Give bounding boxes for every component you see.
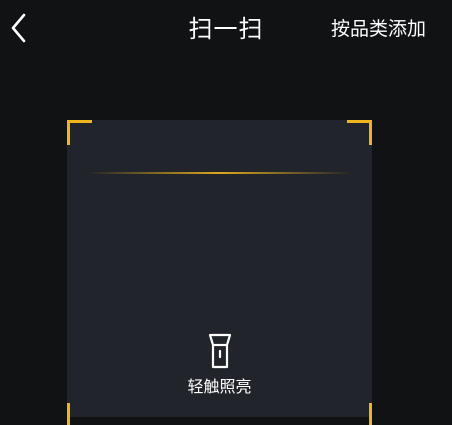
torch-label: 轻触照亮	[187, 377, 252, 396]
frame-corner-bottom-right	[347, 403, 372, 425]
frame-corner-bottom-left	[67, 403, 92, 425]
flashlight-icon	[207, 332, 233, 370]
add-by-category-button[interactable]: 按品类添加	[331, 14, 426, 44]
frame-corner-top-right	[347, 120, 372, 145]
frame-corner-top-left	[67, 120, 92, 145]
scan-line	[87, 172, 352, 174]
top-bar: 扫一扫 按品类添加	[0, 0, 452, 58]
torch-toggle[interactable]: 轻触照亮	[67, 332, 372, 398]
scan-frame: 轻触照亮	[67, 120, 372, 425]
